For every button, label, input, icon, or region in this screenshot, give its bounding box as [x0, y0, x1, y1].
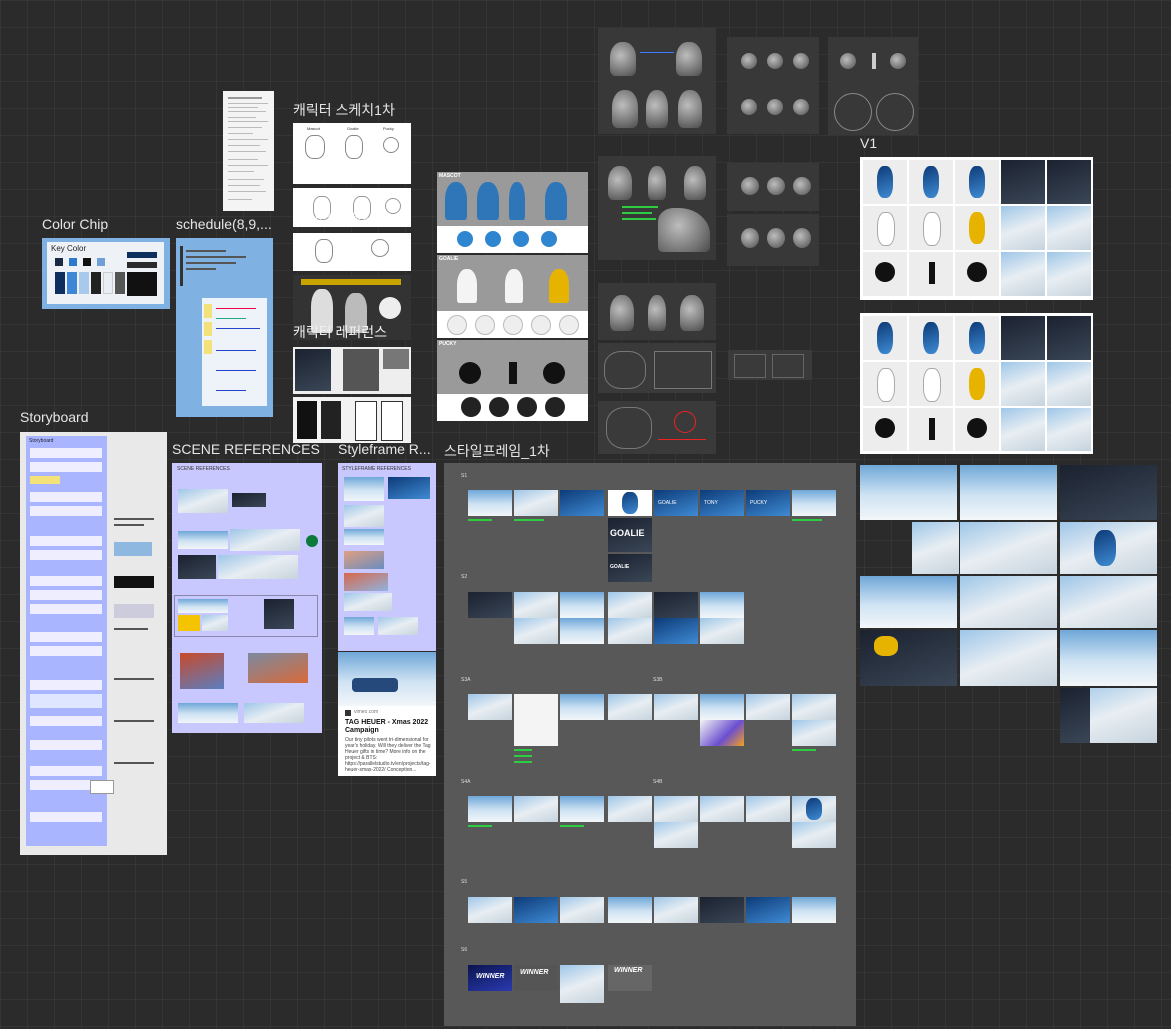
render-6[interactable]: [1060, 522, 1157, 574]
model-sheet-5[interactable]: [727, 163, 819, 211]
link-card-title: TAG HEUER - Xmas 2022 Campaign: [345, 719, 429, 734]
mascot-sheet[interactable]: MASCOT: [437, 172, 588, 253]
color-chip-card: Key Color: [47, 242, 164, 304]
render-5[interactable]: [960, 522, 1057, 574]
render-8[interactable]: [960, 576, 1057, 628]
color-chip-label[interactable]: Color Chip: [42, 216, 108, 232]
vimeo-link-card[interactable]: vimeo.com TAG HEUER - Xmas 2022 Campaign…: [338, 652, 436, 776]
char-ref-frame[interactable]: [293, 347, 411, 394]
v2-frame[interactable]: [860, 313, 1093, 454]
link-card-domain: vimeo.com: [354, 709, 379, 715]
uv-sheet-1[interactable]: [598, 343, 716, 393]
model-sheet-2[interactable]: [727, 37, 819, 134]
model-sheet-3[interactable]: [828, 37, 918, 135]
pucky-sheet[interactable]: PUCKY: [437, 340, 588, 421]
render-2[interactable]: [960, 465, 1057, 520]
char-jersey-frame[interactable]: [293, 397, 411, 443]
render-10[interactable]: [860, 630, 957, 686]
link-card-preview: [338, 652, 436, 706]
render-9[interactable]: [1060, 576, 1157, 628]
styleframe-ref-label[interactable]: Styleframe R...: [338, 441, 436, 457]
uv-sheet-3[interactable]: [598, 401, 716, 454]
vimeo-logo-icon: [345, 710, 351, 716]
render-4[interactable]: [912, 522, 959, 574]
render-13[interactable]: [1060, 688, 1157, 743]
render-7[interactable]: [860, 576, 957, 628]
storyboard-frame[interactable]: Storyboard: [20, 432, 167, 855]
storyboard-label[interactable]: Storyboard: [20, 409, 88, 425]
styleframe-1-label[interactable]: 스타일프레임_1차: [444, 441, 550, 461]
model-sheet-4[interactable]: [598, 156, 716, 260]
scene-references-label[interactable]: SCENE REFERENCES: [172, 441, 320, 457]
key-color-title: Key Color: [51, 244, 87, 253]
render-1[interactable]: [860, 465, 957, 520]
render-12[interactable]: [1060, 630, 1157, 686]
char-sketch-label[interactable]: 캐릭터 스케치1차: [293, 100, 395, 120]
model-sheet-7[interactable]: [598, 283, 716, 340]
link-card-description: Our tiny pilots went tri-dimensional for…: [345, 737, 431, 773]
color-chip-frame[interactable]: Key Color: [42, 238, 170, 309]
char-ref-label[interactable]: 캐릭터 레퍼런스: [293, 322, 387, 342]
schedule-label[interactable]: schedule(8,9,...: [176, 216, 276, 232]
goalie-tile-text: GOALIE: [610, 528, 645, 538]
styleframe-ref-frame[interactable]: STYLEFRAME REFERENCES: [338, 463, 436, 651]
v1-label[interactable]: V1: [860, 135, 877, 151]
schedule-document-page[interactable]: [223, 91, 274, 211]
goalie-sheet[interactable]: GOALIE: [437, 255, 588, 338]
model-sheet-6[interactable]: [727, 214, 819, 266]
char-sketch-rev-label[interactable]: 캐릭터 스케치 수...: [293, 163, 411, 183]
render-11[interactable]: [960, 630, 1057, 686]
render-3[interactable]: [1060, 465, 1157, 520]
styleframe-1-frame[interactable]: S1 GOALIE TONY PUCKY GOALIE GOALIE S2 S3…: [444, 463, 856, 1026]
char-sketch-3-frame[interactable]: [293, 233, 411, 271]
uv-sheet-2[interactable]: [728, 350, 812, 380]
char-sketch-rev2-label[interactable]: 캐릭터 스케치...: [293, 208, 403, 228]
v1-frame[interactable]: [860, 157, 1093, 300]
scene-references-frame[interactable]: SCENE REFERENCES: [172, 463, 322, 733]
model-sheet-1[interactable]: [598, 28, 716, 134]
schedule-frame[interactable]: [176, 238, 273, 417]
